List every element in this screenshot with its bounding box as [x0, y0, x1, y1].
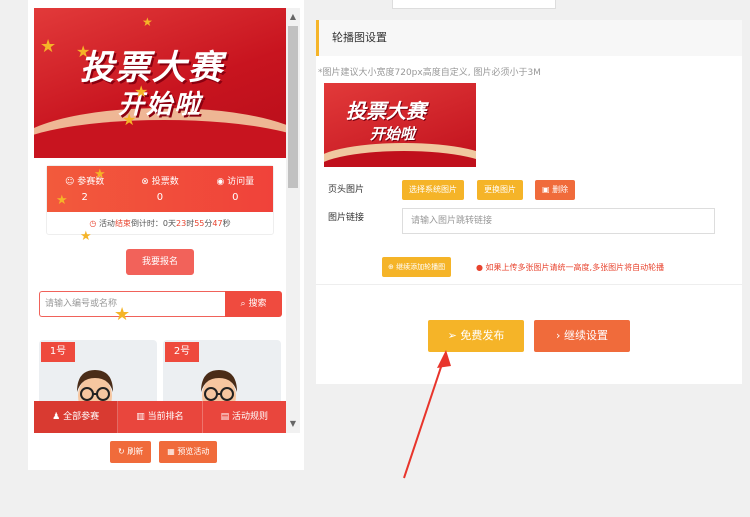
- continue-label: 继续设置: [563, 329, 608, 342]
- preview-scrollbar[interactable]: ▲ ▼: [286, 8, 300, 433]
- carousel-thumbnail: 投票大赛 开始啦: [324, 83, 476, 167]
- contestant-number: 1号: [41, 342, 75, 362]
- banner-image: 投票大赛 开始啦 ★ ★ ★ ★ ★: [34, 8, 286, 158]
- delete-label: 删除: [552, 185, 569, 194]
- banner-title-line1: 投票大赛: [80, 48, 224, 88]
- clock-icon: ◷: [89, 219, 97, 228]
- image-link-input[interactable]: 请输入图片跳转链接: [402, 208, 715, 234]
- thumbnail-title-line1: 投票大赛: [346, 99, 426, 123]
- nav-label: 活动规则: [232, 412, 269, 422]
- replace-image-button[interactable]: 更换图片: [477, 180, 523, 200]
- nav-current-ranking[interactable]: ▥ 当前排名: [118, 401, 203, 433]
- eye-icon: ◉: [216, 177, 225, 187]
- star-icon: ★: [142, 15, 153, 29]
- delete-button[interactable]: ▣ 删除: [535, 180, 576, 200]
- refresh-button[interactable]: ↻ 刷新: [110, 441, 152, 463]
- countdown-status: 结束: [114, 219, 131, 228]
- image-link-label: 图片链接: [328, 213, 365, 223]
- countdown-prefix: 活动: [98, 219, 115, 228]
- stat-label: 访问量: [227, 177, 255, 187]
- refresh-icon: ↻: [118, 447, 125, 456]
- signup-button[interactable]: 我要报名: [126, 249, 194, 275]
- countdown-middle: 倒计时：0天: [130, 219, 177, 228]
- publish-label: 免费发布: [460, 329, 505, 342]
- add-carousel-button[interactable]: ⊕ 继续添加轮播图: [382, 257, 452, 277]
- scroll-down-icon[interactable]: ▼: [286, 417, 300, 431]
- search-icon: ⌕: [240, 299, 246, 309]
- scroll-up-icon[interactable]: ▲: [286, 10, 300, 24]
- chevron-right-icon: ›: [556, 329, 561, 342]
- stat-value: 0: [232, 192, 239, 203]
- ranking-icon: ▥: [136, 412, 145, 422]
- star-icon: ★: [56, 193, 68, 208]
- stats-box: ☺ 参赛数 2 ⊗ 投票数 0 ◉ 访问量 0 ◷ 活动结束倒计时：0天23时5…: [46, 165, 274, 235]
- search-button-label: 搜索: [248, 299, 267, 309]
- send-icon: ➢: [447, 329, 457, 342]
- info-icon: ●: [476, 263, 483, 272]
- thumbnail-title-line2: 开始啦: [370, 125, 416, 143]
- stat-label: 投票数: [151, 177, 179, 187]
- star-icon: ★: [114, 304, 131, 325]
- plus-icon: ⊕: [388, 263, 394, 271]
- search-input[interactable]: 请输入编号或名称: [39, 291, 225, 317]
- star-icon: ★: [134, 82, 149, 101]
- star-icon: ★: [94, 167, 106, 182]
- bottom-nav: ♟ 全部参赛 ▥ 当前排名 ▤ 活动规则: [34, 401, 286, 433]
- preview-label: 预览活动: [177, 447, 210, 456]
- star-icon: ★: [40, 36, 57, 57]
- stat-value: 0: [156, 192, 164, 203]
- stat-visits-label: ◉ 访问量: [198, 174, 273, 187]
- search-row: 请输入编号或名称 ⌕ 搜索: [39, 291, 282, 317]
- countdown-minutes: 55: [194, 219, 205, 228]
- countdown-seconds: 47: [212, 219, 223, 228]
- continue-settings-button[interactable]: › 继续设置: [534, 320, 630, 352]
- preview-activity-button[interactable]: ▦ 预览活动: [159, 441, 218, 463]
- stats-bar: ☺ 参赛数 2 ⊗ 投票数 0 ◉ 访问量 0: [47, 166, 273, 212]
- star-icon: ★: [122, 110, 137, 129]
- trash-icon: ▣: [542, 185, 550, 194]
- star-icon: ★: [76, 42, 91, 61]
- user-icon: ☺: [65, 177, 75, 187]
- preview-icon: ▦: [167, 447, 175, 456]
- carousel-tip-text: 如果上传多张图片请统一高度,多张图片将自动轮播: [485, 263, 665, 272]
- stat-votes-label: ⊗ 投票数: [122, 174, 197, 187]
- countdown-second-unit: 秒: [222, 219, 231, 228]
- countdown: ◷ 活动结束倒计时：0天23时55分47秒: [47, 218, 273, 229]
- stat-votes: ⊗ 投票数 0: [122, 166, 197, 212]
- free-publish-button[interactable]: ➢ 免费发布: [428, 320, 524, 352]
- divider: [316, 284, 742, 285]
- contestant-number: 2号: [165, 342, 199, 362]
- star-icon: ★: [80, 229, 92, 244]
- stat-participants-label: ☺ 参赛数: [47, 174, 122, 187]
- phone-preview-panel: 投票大赛 开始啦 ★ ★ ★ ★ ★ ☺ 参赛数 2 ⊗ 投票数 0 ◉ 访问量: [28, 0, 304, 470]
- section-title: 轮播图设置: [316, 20, 742, 56]
- header-image-label: 页头图片: [328, 185, 365, 195]
- stat-visits: ◉ 访问量 0: [198, 166, 273, 212]
- nav-label: 当前排名: [147, 412, 184, 422]
- vote-icon: ⊗: [141, 177, 149, 187]
- banner-wave-2: [34, 120, 286, 158]
- nav-activity-rules[interactable]: ▤ 活动规则: [203, 401, 286, 433]
- scroll-thumb[interactable]: [288, 26, 298, 188]
- image-size-hint: *图片建议大小宽度720px高度自定义, 图片必须小于3M: [318, 68, 541, 78]
- add-carousel-label: 继续添加轮播图: [396, 263, 446, 271]
- preview-actions: ↻ 刷新 ▦ 预览活动: [110, 441, 218, 463]
- search-button[interactable]: ⌕ 搜索: [225, 291, 282, 317]
- choose-system-image-button[interactable]: 选择系统图片: [402, 180, 464, 200]
- nav-all-contestants[interactable]: ♟ 全部参赛: [34, 401, 119, 433]
- refresh-label: 刷新: [127, 447, 144, 456]
- user-icon: ♟: [52, 412, 61, 422]
- nav-label: 全部参赛: [63, 412, 100, 422]
- carousel-settings-panel: 轮播图设置 *图片建议大小宽度720px高度自定义, 图片必须小于3M 投票大赛…: [316, 20, 742, 384]
- rules-icon: ▤: [220, 412, 230, 422]
- countdown-hours: 23: [176, 219, 187, 228]
- top-input-field[interactable]: [392, 0, 556, 9]
- phone-preview: 投票大赛 开始啦 ★ ★ ★ ★ ★ ☺ 参赛数 2 ⊗ 投票数 0 ◉ 访问量: [34, 8, 286, 433]
- carousel-tip: ● 如果上传多张图片请统一高度,多张图片将自动轮播: [476, 262, 664, 273]
